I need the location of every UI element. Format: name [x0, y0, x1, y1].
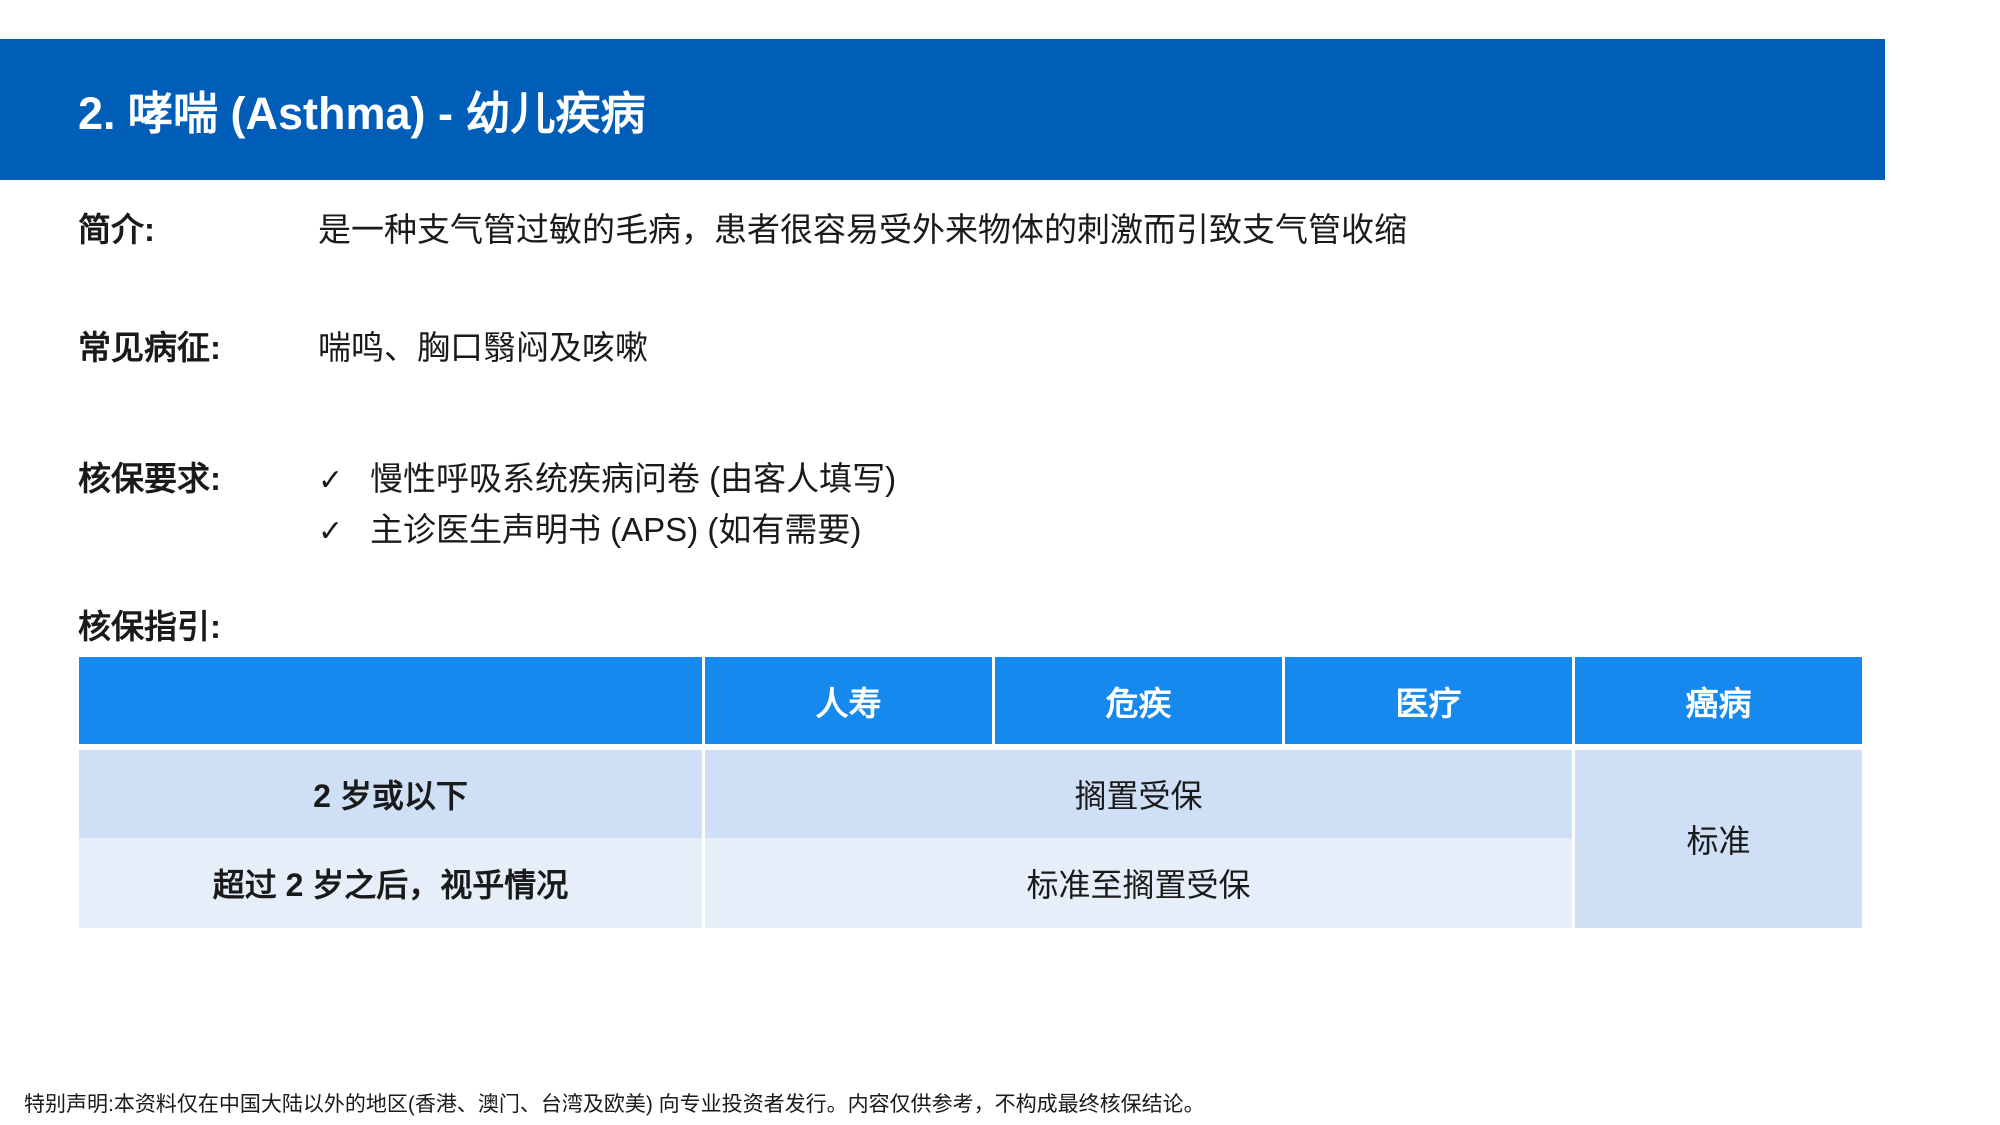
table-header-critical-illness: 危疾 [995, 657, 1282, 744]
table-header-row: 人寿 危疾 医疗 癌病 [79, 657, 1862, 744]
cancer-decision-cell: 标准 [1575, 750, 1862, 928]
decision-cell: 搁置受保 [705, 750, 1572, 838]
symptoms-label: 常见病征: [78, 329, 221, 366]
header-bar: 2. 哮喘 (Asthma) - 幼儿疾病 [0, 39, 1885, 180]
requirement-item: ✓ 主诊医生声明书 (APS) (如有需要) [318, 503, 861, 551]
symptoms-value: 喘鸣、胸口翳闷及咳嗽 [318, 329, 648, 366]
table-header-life: 人寿 [705, 657, 992, 744]
intro-value: 是一种支气管过敏的毛病，患者很容易受外来物体的刺激而引致支气管收缩 [318, 211, 1407, 248]
check-icon: ✓ [318, 515, 344, 548]
requirement-item: ✓ 慢性呼吸系统疾病问卷 (由客人填写) [318, 452, 896, 500]
requirement-text: 主诊医生声明书 (APS) (如有需要) [370, 511, 862, 548]
table-header-medical: 医疗 [1285, 657, 1572, 744]
table-row: 2 岁或以下 搁置受保 标准 [79, 750, 1862, 928]
table-header-cancer: 癌病 [1575, 657, 1862, 744]
requirements-label: 核保要求: [78, 460, 221, 497]
decision-cell: 标准至搁置受保 [705, 838, 1572, 928]
condition-cell: 超过 2 岁之后，视乎情况 [79, 838, 702, 928]
condition-cell: 2 岁或以下 [79, 750, 702, 838]
requirement-text: 慢性呼吸系统疾病问卷 (由客人填写) [370, 460, 897, 497]
check-icon: ✓ [318, 464, 344, 497]
intro-label: 简介: [78, 211, 155, 248]
page-title: 2. 哮喘 (Asthma) - 幼儿疾病 [78, 88, 646, 139]
disclaimer: 特别声明:本资料仅在中国大陆以外的地区(香港、澳门、台湾及欧美) 向专业投资者发… [24, 1093, 1205, 1116]
table-header-empty [79, 657, 702, 744]
underwriting-guide-table: 人寿 危疾 医疗 癌病 2 岁或以下 搁置受保 标准 超过 2 岁之后，视乎情况… [76, 657, 1865, 928]
guide-label: 核保指引: [78, 608, 221, 645]
